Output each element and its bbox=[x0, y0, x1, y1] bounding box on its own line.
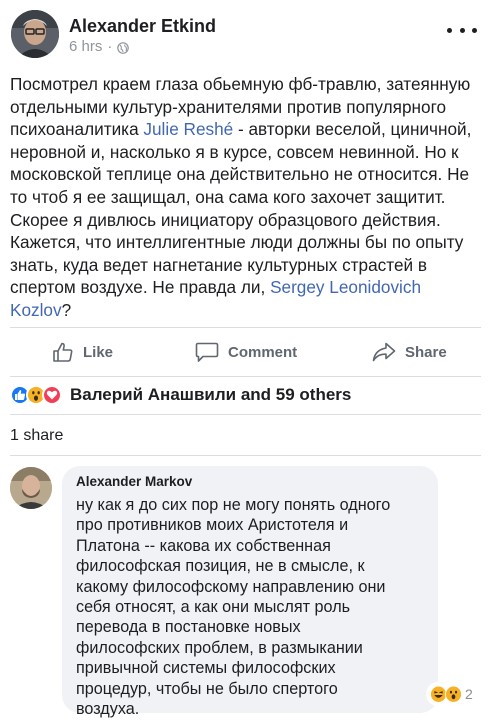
comment-icon bbox=[195, 342, 219, 362]
share-button[interactable]: Share bbox=[372, 331, 447, 373]
more-dot bbox=[459, 27, 465, 33]
reaction-icons bbox=[10, 385, 62, 405]
post-text: Посмотрел краем глаза обьемную фб-травлю… bbox=[10, 73, 484, 322]
mention-julie-reshe[interactable]: Julie Reshé bbox=[143, 119, 233, 139]
author-name[interactable]: Alexander Etkind bbox=[69, 16, 216, 37]
reactions-text: Валерий Анашвили and 59 others bbox=[70, 385, 352, 404]
commenter-avatar[interactable] bbox=[10, 467, 52, 509]
globe-icon bbox=[117, 41, 130, 54]
post-header: Alexander Etkind 6 hrs · bbox=[0, 0, 491, 66]
comment-author[interactable]: Alexander Markov bbox=[76, 474, 424, 489]
like-icon bbox=[53, 342, 73, 362]
comment-text: ну как я до сих пор не могу понять одног… bbox=[76, 496, 391, 719]
share-count[interactable]: 1 share bbox=[10, 427, 63, 445]
comment-reaction-count: 2 bbox=[465, 686, 473, 702]
post-text-part: - авторки веселой, циничной, неровной и,… bbox=[10, 119, 472, 298]
wow-reaction-icon bbox=[445, 685, 462, 703]
divider bbox=[10, 327, 481, 328]
post-meta: 6 hrs · bbox=[69, 38, 130, 55]
share-label: Share bbox=[405, 343, 447, 361]
divider bbox=[10, 376, 481, 377]
post-time[interactable]: 6 hrs bbox=[69, 38, 102, 55]
author-avatar[interactable] bbox=[11, 10, 59, 58]
share-icon bbox=[372, 342, 396, 362]
more-dot bbox=[447, 27, 452, 33]
comment-button[interactable]: Comment bbox=[195, 331, 297, 373]
comment-bubble: Alexander Markov ну как я до сих пор не … bbox=[62, 466, 438, 718]
divider bbox=[10, 414, 481, 415]
more-dot bbox=[472, 27, 477, 33]
love-reaction-icon bbox=[42, 385, 62, 405]
divider bbox=[10, 455, 481, 456]
reactions-summary[interactable]: Валерий Анашвили and 59 others bbox=[10, 381, 351, 409]
comment-label: Comment bbox=[228, 343, 298, 361]
comment-reactions[interactable]: 2 bbox=[426, 682, 477, 706]
action-bar: Like Comment Share bbox=[0, 331, 491, 373]
post-text-part: ? bbox=[61, 299, 72, 320]
like-button[interactable]: Like bbox=[52, 331, 113, 373]
more-icon[interactable] bbox=[447, 20, 477, 40]
meta-separator: · bbox=[107, 38, 113, 55]
like-label: Like bbox=[83, 343, 114, 361]
